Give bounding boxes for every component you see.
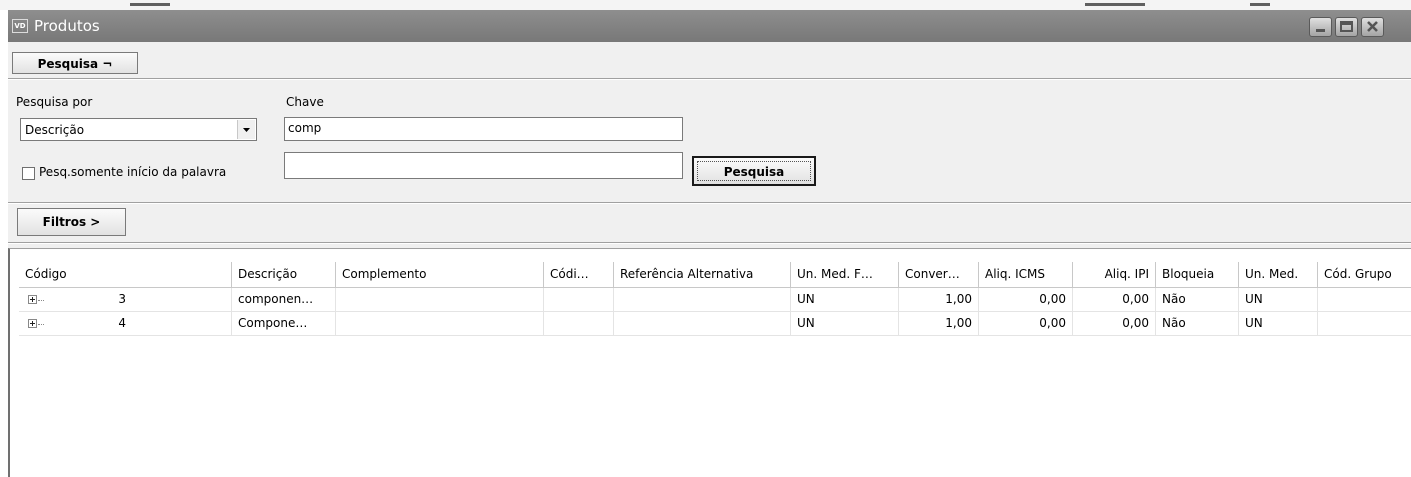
cell-un-med: UN <box>1239 288 1318 312</box>
cell-aliq-ipi: 0,00 <box>1073 312 1156 336</box>
cell-complemento <box>336 288 544 312</box>
col-header-codi[interactable]: Códi… <box>544 262 614 288</box>
pesquisa-toggle-button[interactable]: Pesquisa ¬ <box>12 52 138 74</box>
col-header-un-med-f[interactable]: Un. Med. F… <box>791 262 899 288</box>
col-header-complemento[interactable]: Complemento <box>336 262 544 288</box>
col-header-un-med[interactable]: Un. Med. <box>1239 262 1318 288</box>
cell-aliq-icms: 0,00 <box>979 312 1073 336</box>
cell-complemento <box>336 312 544 336</box>
background-window-strip <box>0 0 1411 10</box>
col-header-aliq-icms[interactable]: Aliq. ICMS <box>979 262 1073 288</box>
dropdown-button[interactable] <box>237 120 255 139</box>
maximize-button[interactable] <box>1335 17 1358 37</box>
pesquisa-button[interactable]: Pesquisa <box>692 156 816 186</box>
maximize-icon <box>1340 21 1353 32</box>
minimize-icon <box>1316 29 1325 32</box>
cell-cod-grupo <box>1318 312 1411 336</box>
tree-line <box>38 324 44 326</box>
cell-bloqueia: Não <box>1156 288 1239 312</box>
cell-descricao: Compone… <box>232 312 336 336</box>
separator <box>8 78 1411 80</box>
col-header-referencia[interactable]: Referência Alternativa <box>614 262 791 288</box>
inicio-palavra-label: Pesq.somente início da palavra <box>39 165 227 179</box>
cell-codi <box>544 312 614 336</box>
filtros-toggle-button[interactable]: Filtros > <box>17 208 126 236</box>
col-header-cod-grupo[interactable]: Cód. Grupo <box>1318 262 1411 288</box>
cell-conver: 1,00 <box>899 288 979 312</box>
close-icon <box>1367 21 1378 32</box>
col-header-conver[interactable]: Conver… <box>899 262 979 288</box>
cell-cod-grupo <box>1318 288 1411 312</box>
chevron-down-icon <box>243 128 250 132</box>
cell-conver: 1,00 <box>899 312 979 336</box>
tree-line <box>38 300 44 302</box>
cell-un-med-f: UN <box>791 312 899 336</box>
col-header-aliq-ipi[interactable]: Aliq. IPI <box>1073 262 1156 288</box>
title-bar[interactable]: VD Produtos <box>8 10 1411 42</box>
pesquisa-por-value: Descrição <box>25 123 85 137</box>
background-mark <box>1250 3 1270 6</box>
expand-icon[interactable] <box>28 295 37 304</box>
chave-input[interactable]: comp <box>284 117 683 141</box>
pesquisa-por-label: Pesquisa por <box>16 95 93 109</box>
chave-input-value: comp <box>288 121 322 135</box>
app-icon: VD <box>12 19 28 33</box>
minimize-button[interactable] <box>1309 17 1332 37</box>
cell-un-med: UN <box>1239 312 1318 336</box>
secondary-search-input[interactable] <box>284 152 683 179</box>
col-header-codigo[interactable]: Código <box>19 262 232 288</box>
cell-referencia <box>614 312 791 336</box>
cell-codigo: 3 <box>19 288 232 312</box>
cell-codi <box>544 288 614 312</box>
chave-label: Chave <box>286 95 324 109</box>
cell-referencia <box>614 288 791 312</box>
cell-bloqueia: Não <box>1156 312 1239 336</box>
background-mark <box>130 3 170 6</box>
close-button[interactable] <box>1361 17 1384 37</box>
cell-aliq-icms: 0,00 <box>979 288 1073 312</box>
cell-un-med-f: UN <box>791 288 899 312</box>
separator <box>8 242 1411 244</box>
pesquisa-button-label: Pesquisa <box>723 165 785 179</box>
cell-descricao: componen… <box>232 288 336 312</box>
inicio-palavra-checkbox[interactable] <box>22 167 35 180</box>
expand-icon[interactable] <box>28 319 37 328</box>
pesquisa-por-select[interactable]: Descrição <box>20 118 257 141</box>
separator <box>8 202 1411 204</box>
background-mark <box>1085 3 1145 6</box>
col-header-bloqueia[interactable]: Bloqueia <box>1156 262 1239 288</box>
window-title: Produtos <box>34 17 100 35</box>
cell-aliq-ipi: 0,00 <box>1073 288 1156 312</box>
col-header-descricao[interactable]: Descrição <box>232 262 336 288</box>
cell-codigo: 4 <box>19 312 232 336</box>
